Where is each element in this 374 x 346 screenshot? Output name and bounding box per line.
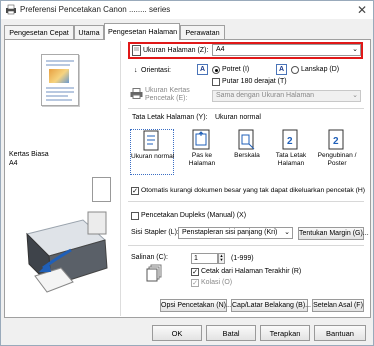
printing-preferences-window: Preferensi Pencetakan Canon ........ ser… (0, 0, 374, 346)
tab-main[interactable]: Utama (74, 25, 104, 39)
portrait-label: Potret (I) (222, 66, 250, 73)
layout-number: 2 (287, 136, 293, 147)
duplex-label: Pencetakan Dupleks (Manual) (X) (141, 212, 247, 219)
tab-maintenance[interactable]: Perawatan (180, 25, 225, 39)
layout-fit-label-1: Pas ke (191, 152, 213, 159)
last-page-first-label: Cetak dari Halaman Terakhir (R) (201, 268, 302, 275)
media-info: Kertas Biasa A4 (9, 150, 49, 168)
layout-page-label-2: Halaman (277, 159, 305, 167)
portrait-radio[interactable] (212, 66, 220, 74)
divider (128, 201, 364, 202)
printer-paper-size-label-1: Ukuran Kertas (145, 87, 190, 94)
orientation-label: Orientasi: (141, 67, 171, 74)
page-size-label: Ukuran Halaman (Z): (143, 47, 209, 54)
close-icon[interactable]: ✕ (355, 3, 369, 17)
rotate-180-label: Putar 180 derajat (T) (222, 78, 287, 85)
collate-checkbox[interactable]: ✓ (191, 279, 199, 287)
layout-page-label-1: Tata Letak (275, 152, 307, 159)
apply-button[interactable]: Terapkan (260, 325, 310, 341)
stapling-label: Sisi Stapler (L): (131, 229, 179, 236)
printer-paper-size-select[interactable]: Sama dengan Ukuran Halaman ⌄ (212, 90, 361, 102)
portrait-A-icon: A (197, 64, 208, 75)
page-layout-value: Ukuran normal (215, 114, 261, 121)
layout-tiling-label: Pengubinan / Poster (315, 152, 359, 167)
layout-normal-size[interactable]: Ukuran normal (130, 129, 174, 175)
stapling-value: Penstapleran sisi panjang (Kri) (182, 229, 278, 236)
specify-margin-button[interactable]: Tentukan Margin (G)... (298, 227, 369, 240)
chevron-down-icon: ⌄ (284, 229, 290, 236)
layout-fit-to-page[interactable]: Pas ke Halaman (180, 129, 224, 175)
tab-page-setup[interactable]: Pengesetan Halaman (104, 23, 180, 40)
printer-icon (6, 4, 16, 15)
landscape-A-icon: A (276, 64, 287, 75)
layout-tiling-label-2: Poster (327, 159, 347, 167)
stapling-select[interactable]: Penstapleran sisi panjang (Kri) ⌄ (178, 227, 293, 239)
layout-fit-label-2: Halaman (188, 159, 216, 167)
collate-label: Kolasi (O) (201, 279, 233, 286)
title-bar: Preferensi Pencetakan Canon ........ ser… (1, 1, 373, 19)
tab-quick-setup[interactable]: Pengesetan Cepat (4, 25, 74, 39)
landscape-radio[interactable] (291, 66, 299, 74)
paper-orientation-preview (92, 177, 111, 202)
layout-tiling-label-1: Pengubinan / (317, 152, 357, 159)
layout-fit-label: Pas ke Halaman (180, 152, 224, 167)
last-page-first-checkbox[interactable]: ✓ (191, 268, 199, 276)
defaults-button[interactable]: Setelan Asal (F) (312, 299, 364, 312)
auto-reduce-label: Otomatis kurangi dokumen besar yang tak … (141, 187, 366, 194)
layout-page-layout[interactable]: 2 Tata Letak Halaman (269, 129, 313, 175)
chevron-down-icon: ⌄ (352, 92, 358, 99)
window-title: Preferensi Pencetakan Canon ........ ser… (20, 5, 171, 14)
copies-spin-button[interactable]: ▲ ▼ (218, 253, 225, 264)
fit-to-page-icon (190, 129, 214, 151)
copies-input[interactable]: 1 (191, 253, 218, 264)
landscape-label: Lanskap (D) (301, 66, 340, 73)
printer-illustration-icon (26, 211, 108, 293)
page-layout-icon: 2 (279, 129, 303, 151)
ok-button[interactable]: OK (152, 325, 202, 341)
auto-reduce-checkbox[interactable]: ✓ (131, 187, 139, 195)
page-size-value: A4 (216, 46, 225, 53)
copies-stack-icon (146, 264, 162, 282)
help-button[interactable]: Bantuan (314, 325, 366, 341)
rotate-180-checkbox[interactable] (212, 78, 220, 86)
cancel-button[interactable]: Batal (206, 325, 256, 341)
normal-size-icon (140, 130, 164, 152)
page-layout-label: Tata Letak Halaman (Y): (132, 114, 208, 121)
divider (128, 108, 364, 109)
layout-normal-label: Ukuran normal (131, 153, 175, 160)
media-type-text: Kertas Biasa (9, 151, 49, 158)
layout-page-label: Tata Letak Halaman (269, 152, 313, 167)
page-preview (41, 54, 79, 106)
duplex-checkbox[interactable] (131, 212, 139, 220)
tiling-poster-icon: 2 (325, 129, 349, 151)
layout-tiling-poster[interactable]: 2 Pengubinan / Poster (315, 129, 359, 175)
scaled-icon (235, 129, 259, 151)
media-size-text: A4 (9, 160, 18, 167)
layout-scaled[interactable]: Berskala (225, 129, 269, 175)
print-options-button[interactable]: Opsi Pencetakan (N)... (160, 299, 232, 312)
page-size-icon (132, 45, 141, 56)
page-size-select[interactable]: A4 ⌄ (212, 44, 361, 56)
printer-paper-size-label: Ukuran Kertas Pencetak (E): (145, 87, 190, 103)
copies-range: (1-999) (231, 255, 254, 262)
chevron-down-icon: ⌄ (352, 46, 358, 53)
printer-paper-size-value: Sama dengan Ukuran Halaman (216, 92, 315, 99)
printer-paper-size-label-2: Pencetak (E): (145, 95, 188, 102)
layout-scaled-label: Berskala (234, 152, 260, 159)
stamp-background-button[interactable]: Cap/Latar Belakang (B)... (231, 299, 311, 312)
copies-label: Salinan (C): (131, 254, 168, 261)
divider (128, 245, 364, 246)
orientation-label-arrow: ↓ (134, 67, 138, 74)
printer-paper-icon (130, 88, 143, 99)
tiling-number: 2 (333, 136, 339, 147)
